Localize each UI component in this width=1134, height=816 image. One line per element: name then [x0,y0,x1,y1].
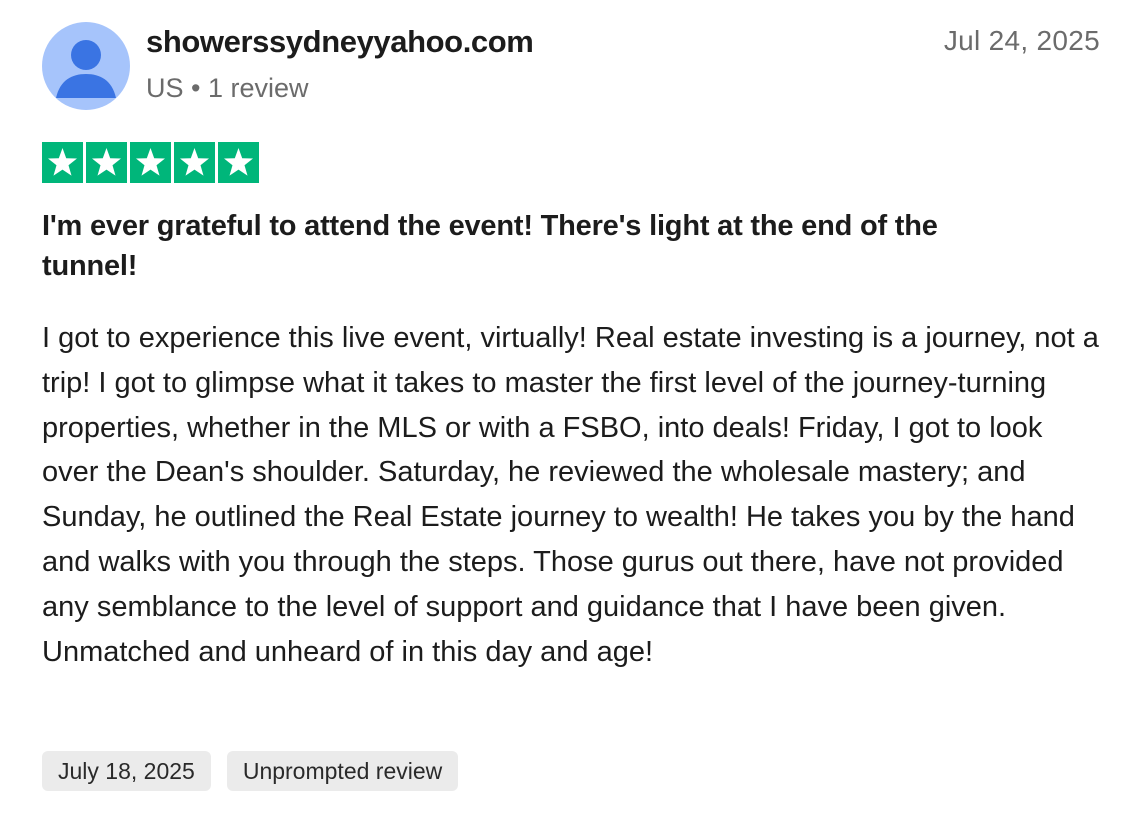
review-tags: July 18, 2025 Unprompted review [42,751,459,791]
star-icon [218,142,259,183]
review-date: Jul 24, 2025 [943,25,1100,56]
star-icon [86,142,127,183]
experience-date-tag: July 18, 2025 [42,751,211,791]
star-rating [42,142,259,183]
review-body: I got to experience this live event, vir… [42,322,1099,668]
unprompted-review-tag[interactable]: Unprompted review [226,751,459,791]
star-icon [174,142,215,183]
star-icon [42,142,83,183]
reviewer-meta: US • 1 review [146,73,309,103]
review-card: showerssydneyyahoo.com US • 1 review Jul… [0,0,1134,816]
review-title[interactable]: I'm ever grateful to attend the event! T… [42,206,982,286]
star-icon [130,142,171,183]
reviewer-name[interactable]: showerssydneyyahoo.com [146,24,534,60]
user-avatar-icon[interactable] [42,22,130,110]
